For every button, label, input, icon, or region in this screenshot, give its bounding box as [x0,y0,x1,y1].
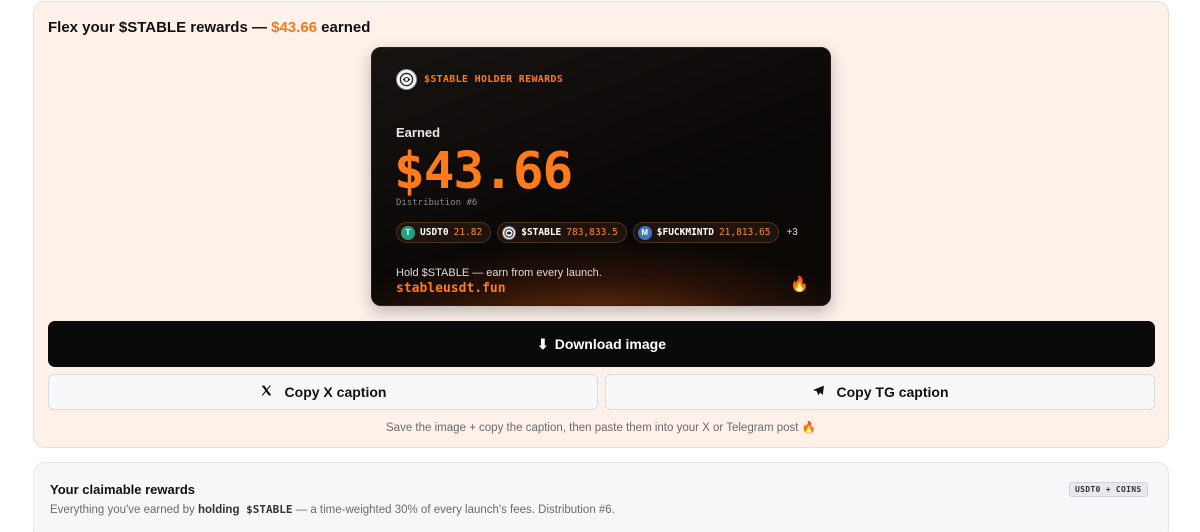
card-earned-amount: $43.66 [394,142,573,201]
copy-x-label: Copy X caption [284,384,387,400]
card-distribution: Distribution #6 [396,198,478,208]
chip-value: 783,833.5 [566,227,618,238]
card-header: $STABLE HOLDER REWARDS [424,74,564,85]
fuckmintd-coin-icon: M [637,225,652,240]
card-url: stableusdt.fun [396,281,506,296]
stable-logo-icon [396,69,417,90]
chip-token: $STABLE [521,227,562,238]
flex-rewards-panel: Flex your $STABLE rewards — $43.66 earne… [33,1,1169,448]
telegram-plane-icon [812,384,825,400]
rewards-desc-bold: holding [197,504,240,516]
rewards-share-card: $STABLE HOLDER REWARDS Earned $43.66 Dis… [371,47,831,306]
download-image-button[interactable]: ⬇ Download image [48,321,1155,367]
copy-tg-caption-button[interactable]: Copy TG caption [605,374,1155,410]
flex-title-amount: $43.66 [271,19,318,36]
share-hint: Save the image + copy the caption, then … [386,422,816,434]
rewards-desc-token: $STABLE [239,503,293,516]
chip-token: $FUCKMINTD [656,227,714,238]
more-tokens-count: +3 [786,227,798,238]
card-earned-label: Earned [396,125,441,140]
fire-icon: 🔥 [790,276,809,293]
download-label: Download image [554,336,666,352]
rewards-desc-prefix: Everything you've earned by [50,504,198,516]
x-logo-icon [260,384,273,400]
token-chip-fuckmintd: M $FUCKMINTD 21,813.65 [632,222,780,243]
rewards-desc-suffix: — a time-weighted 30% of every launch's … [292,504,615,516]
chip-value: 21,813.65 [718,227,771,238]
copy-x-caption-button[interactable]: Copy X caption [48,374,598,410]
card-tagline: Hold $STABLE — earn from every launch. [396,267,602,279]
flex-title-suffix: earned [317,19,371,36]
chip-value: 21.82 [453,227,483,238]
rewards-badge: USDT0 + COINS [1069,482,1148,497]
usdt-coin-icon: T [401,225,415,240]
token-chip-usdt0: T USDT0 21.82 [396,222,492,243]
claimable-rewards-panel: Your claimable rewards Everything you've… [33,462,1169,532]
stable-coin-icon [502,225,517,240]
flex-title: Flex your $STABLE rewards — $43.66 earne… [48,19,370,36]
rewards-title: Your claimable rewards [50,482,195,497]
token-chip-stable: $STABLE 783,833.5 [497,222,627,243]
copy-tg-label: Copy TG caption [836,384,949,400]
token-chips: T USDT0 21.82 $STABLE 783,833.5 M $FUCKM… [396,222,798,243]
rewards-description: Everything you've earned by holding $STA… [50,503,615,516]
flex-title-prefix: Flex your $STABLE rewards — [48,19,272,36]
chip-token: USDT0 [420,227,449,238]
download-icon: ⬇ [537,335,549,352]
